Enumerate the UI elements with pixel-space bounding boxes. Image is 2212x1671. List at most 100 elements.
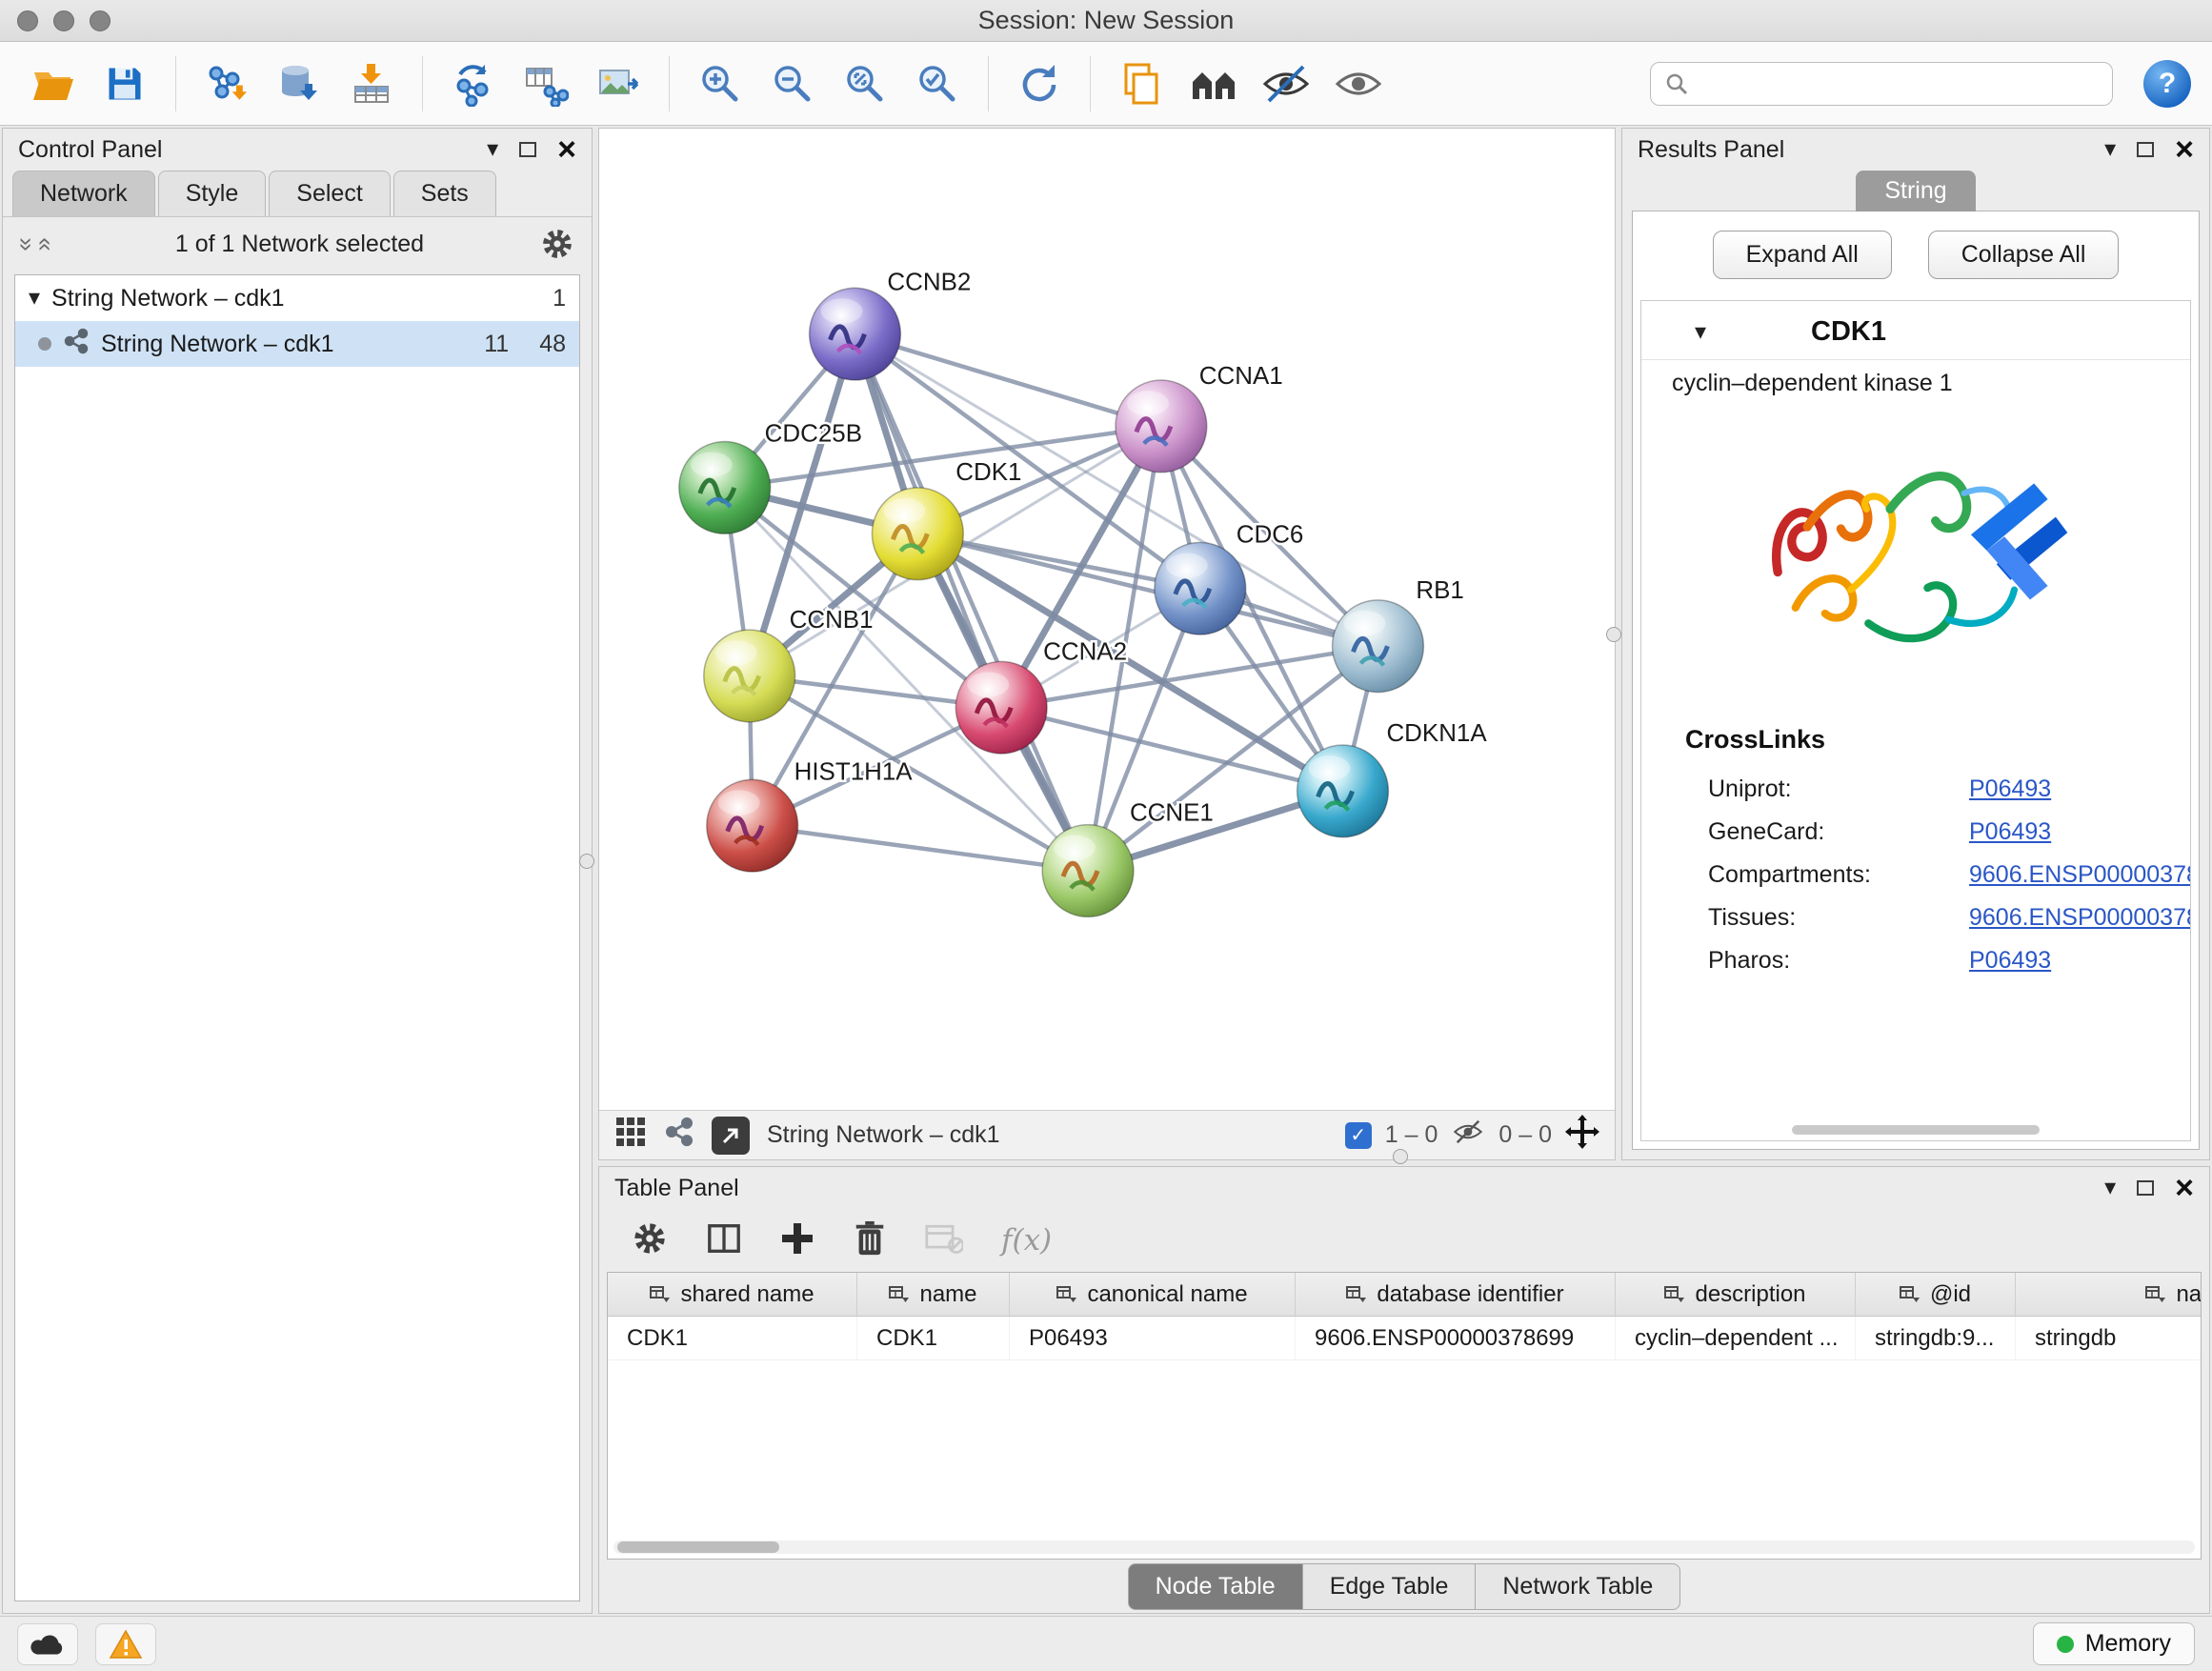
- network-from-table-icon[interactable]: [514, 52, 577, 115]
- open-in-new-window-icon[interactable]: [712, 1117, 750, 1155]
- node-RB1[interactable]: RB1: [1333, 575, 1464, 693]
- table-cell[interactable]: 9606.ENSP00000378699: [1296, 1317, 1616, 1359]
- memory-button[interactable]: Memory: [2033, 1622, 2195, 1665]
- table-row[interactable]: CDK1CDK1P064939606.ENSP00000378699cyclin…: [608, 1317, 2201, 1360]
- tab-string[interactable]: String: [1856, 171, 1975, 211]
- clone-network-icon[interactable]: [1110, 52, 1173, 115]
- node-CDC6[interactable]: CDC6: [1155, 519, 1303, 634]
- column-header-name[interactable]: name: [857, 1273, 1010, 1316]
- zoom-fit-icon[interactable]: [834, 52, 896, 115]
- table-cell[interactable]: stringdb: [2016, 1317, 2202, 1359]
- edge-HIST1H1A-CCNE1[interactable]: [753, 826, 1088, 871]
- edge-CCNB2-CCNE1[interactable]: [855, 334, 1088, 871]
- zoom-out-icon[interactable]: [761, 52, 824, 115]
- delete-column-trash-icon[interactable]: [853, 1220, 887, 1261]
- network-options-gear-icon[interactable]: [540, 227, 574, 261]
- tree-expand-icon[interactable]: ▾: [29, 287, 40, 310]
- new-network-icon[interactable]: [442, 52, 505, 115]
- warning-icon[interactable]: [95, 1623, 156, 1665]
- panel-close-icon[interactable]: ×: [2175, 133, 2194, 166]
- network-canvas[interactable]: CCNB2CCNA1CDC25BCDK1CDC6RB1CCNB1CCNA2CDK…: [599, 129, 1615, 1110]
- import-network-from-database-icon[interactable]: [268, 52, 331, 115]
- splitter-handle-left[interactable]: [579, 854, 594, 869]
- window-minimize-button[interactable]: [53, 10, 74, 31]
- window-close-button[interactable]: [17, 10, 38, 31]
- import-network-from-file-icon[interactable]: [195, 52, 258, 115]
- tab-style[interactable]: Style: [158, 171, 267, 216]
- table-cell[interactable]: cyclin–dependent ...: [1616, 1317, 1856, 1359]
- splitter-handle-right[interactable]: [1606, 627, 1621, 642]
- tab-network[interactable]: Network: [12, 171, 155, 216]
- node-CCNE1[interactable]: CCNE1: [1042, 798, 1214, 917]
- zoom-in-icon[interactable]: [689, 52, 752, 115]
- window-zoom-button[interactable]: [90, 10, 111, 31]
- tab-sets[interactable]: Sets: [393, 171, 496, 216]
- column-header-shared-name[interactable]: shared name: [608, 1273, 857, 1316]
- node-CDK1[interactable]: CDK1: [872, 457, 1021, 580]
- table-hscrollbar-thumb[interactable]: [617, 1541, 779, 1553]
- crosshair-icon[interactable]: [1565, 1115, 1599, 1156]
- splitter-handle-bottom[interactable]: [1393, 1149, 1408, 1164]
- refresh-icon[interactable]: [1008, 52, 1071, 115]
- toolbar-search[interactable]: [1650, 62, 2113, 106]
- crosslink-uniprot-link[interactable]: P06493: [1969, 775, 2051, 803]
- column-header-database-identifier[interactable]: database identifier: [1296, 1273, 1616, 1316]
- panel-collapse-icon[interactable]: ▾: [2104, 1177, 2116, 1199]
- table-hscrollbar[interactable]: [613, 1540, 2195, 1554]
- show-columns-icon[interactable]: [706, 1220, 742, 1261]
- crosslink-pharos-link[interactable]: P06493: [1969, 947, 2051, 975]
- panel-float-icon[interactable]: [519, 142, 536, 157]
- panel-collapse-icon[interactable]: ▾: [487, 138, 498, 161]
- tab-network-table[interactable]: Network Table: [1475, 1563, 1680, 1610]
- network-share-icon[interactable]: [664, 1117, 694, 1154]
- import-table-from-file-icon[interactable]: [340, 52, 403, 115]
- crosslink-tissues-link[interactable]: 9606.ENSP00000378699: [1969, 904, 2191, 932]
- search-input[interactable]: [1699, 70, 2099, 97]
- node-HIST1H1A[interactable]: HIST1H1A: [707, 756, 913, 872]
- hide-selected-eye-slash-icon[interactable]: [1255, 52, 1317, 115]
- node-CDKN1A[interactable]: CDKN1A: [1297, 718, 1488, 837]
- birds-eye-grid-icon[interactable]: [614, 1116, 647, 1155]
- tab-edge-table[interactable]: Edge Table: [1302, 1563, 1477, 1610]
- cloud-icon[interactable]: [17, 1623, 78, 1665]
- panel-close-icon[interactable]: ×: [557, 133, 576, 166]
- panel-float-icon[interactable]: [2137, 1180, 2154, 1196]
- export-image-icon[interactable]: [587, 52, 650, 115]
- selected-checkbox-icon[interactable]: ✓: [1345, 1122, 1372, 1149]
- column-header-@id[interactable]: @id: [1856, 1273, 2016, 1316]
- table-cell[interactable]: CDK1: [608, 1317, 857, 1359]
- table-settings-gear-icon[interactable]: [632, 1220, 668, 1261]
- collapse-all-button[interactable]: Collapse All: [1928, 231, 2120, 279]
- edge-CCNB2-CCNA1[interactable]: [855, 334, 1160, 427]
- panel-float-icon[interactable]: [2137, 142, 2154, 157]
- protein-collapse-icon[interactable]: ▾: [1695, 321, 1706, 344]
- help-button[interactable]: ?: [2143, 60, 2191, 108]
- results-scrollbar[interactable]: [1792, 1125, 2040, 1135]
- table-cell[interactable]: CDK1: [857, 1317, 1010, 1359]
- network-graph[interactable]: CCNB2CCNA1CDC25BCDK1CDC6RB1CCNB1CCNA2CDK…: [599, 129, 1615, 1110]
- tab-node-table[interactable]: Node Table: [1128, 1563, 1303, 1610]
- zoom-selected-icon[interactable]: [906, 52, 969, 115]
- table-cell[interactable]: P06493: [1010, 1317, 1296, 1359]
- expand-all-icon[interactable]: «: [31, 237, 61, 251]
- panel-collapse-icon[interactable]: ▾: [2104, 138, 2116, 161]
- first-neighbors-icon[interactable]: [1182, 52, 1245, 115]
- open-session-icon[interactable]: [21, 52, 84, 115]
- node-CCNB1[interactable]: CCNB1: [704, 605, 874, 722]
- column-header-description[interactable]: description: [1616, 1273, 1856, 1316]
- network-row-selected[interactable]: String Network – cdk1 11 48: [15, 321, 579, 367]
- create-column-plus-icon[interactable]: [780, 1221, 814, 1260]
- tab-select[interactable]: Select: [269, 171, 390, 216]
- node-CCNA1[interactable]: CCNA1: [1116, 361, 1283, 473]
- column-header-canonical-name[interactable]: canonical name: [1010, 1273, 1296, 1316]
- crosslink-compartments-link[interactable]: 9606.ENSP00000378699: [1969, 861, 2191, 889]
- hidden-eye-slash-icon[interactable]: [1451, 1117, 1485, 1153]
- save-session-icon[interactable]: [93, 52, 156, 115]
- expand-all-button[interactable]: Expand All: [1713, 231, 1892, 279]
- table-cell[interactable]: stringdb:9...: [1856, 1317, 2016, 1359]
- network-collection-row[interactable]: ▾ String Network – cdk1 1: [15, 275, 579, 321]
- column-header-namespace[interactable]: namespace: [2016, 1273, 2202, 1316]
- crosslink-genecard-link[interactable]: P06493: [1969, 818, 2051, 846]
- show-all-eye-icon[interactable]: [1327, 52, 1390, 115]
- panel-close-icon[interactable]: ×: [2175, 1172, 2194, 1204]
